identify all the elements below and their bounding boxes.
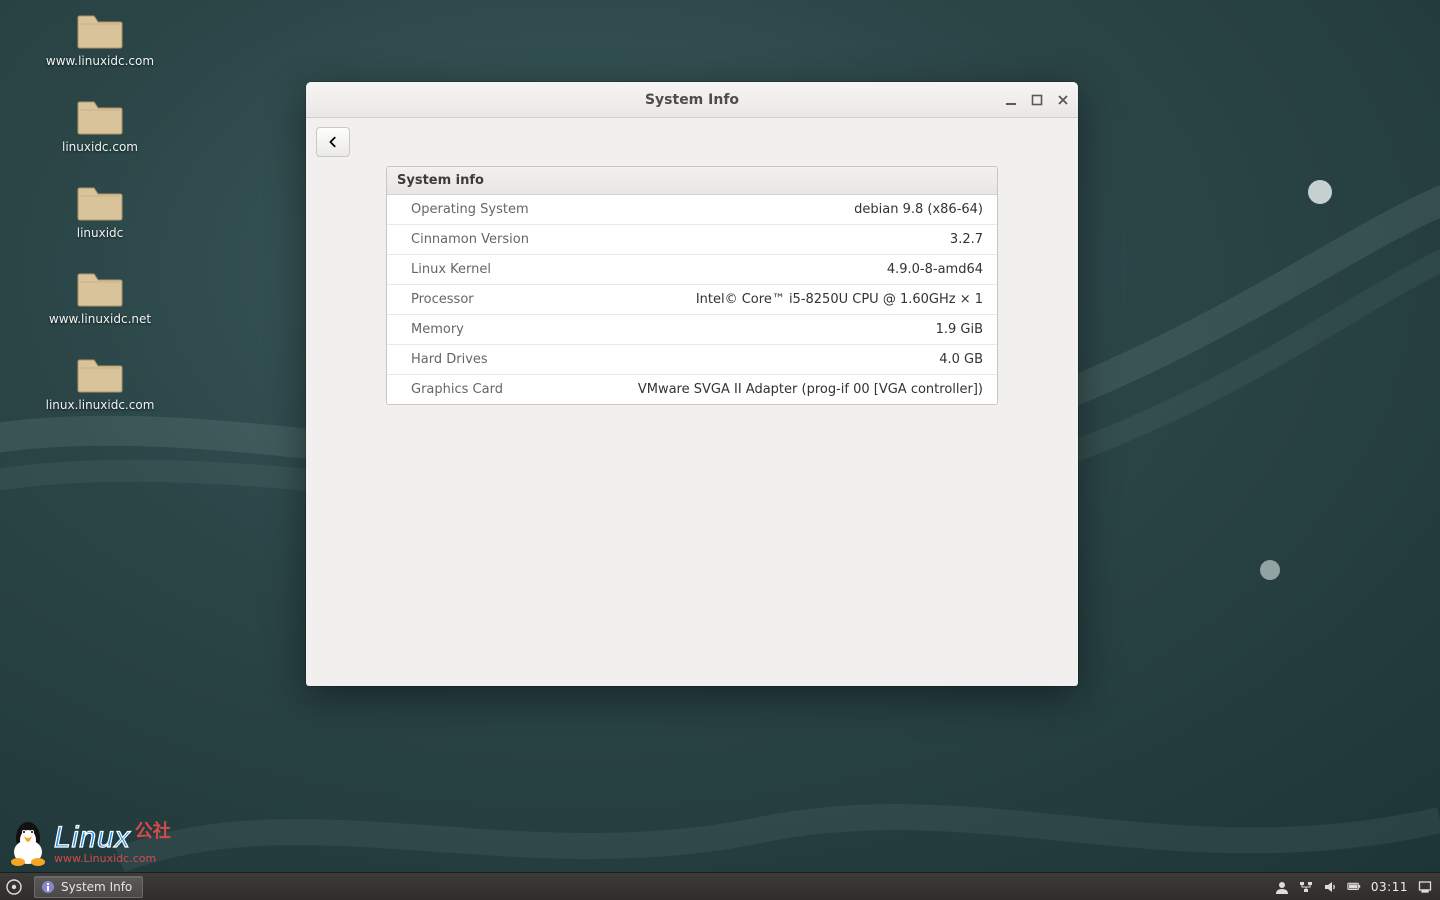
minimize-button[interactable] [1004, 93, 1018, 107]
desktop-folder-linuxidc-com[interactable]: linuxidc.com [40, 96, 160, 154]
row-value: 4.9.0-8-amd64 [887, 262, 983, 277]
close-button[interactable] [1056, 93, 1070, 107]
row-graphics: Graphics Card VMware SVGA II Adapter (pr… [387, 375, 997, 404]
desktop: www.linuxidc.com linuxidc.com linuxidc w… [0, 0, 1440, 900]
row-label: Linux Kernel [411, 262, 491, 277]
panel-header: System info [387, 167, 997, 195]
info-icon [41, 880, 55, 894]
back-button[interactable] [316, 127, 350, 157]
titlebar[interactable]: System Info [306, 82, 1078, 118]
row-label: Graphics Card [411, 382, 503, 397]
desktop-icon-label: linuxidc [77, 226, 124, 240]
network-icon[interactable] [1299, 880, 1313, 894]
row-value: debian 9.8 (x86-64) [854, 202, 983, 217]
row-label: Memory [411, 322, 464, 337]
cinnamon-menu-icon [6, 879, 22, 895]
row-os: Operating System debian 9.8 (x86-64) [387, 195, 997, 225]
tux-icon [8, 820, 48, 866]
desktop-folder-linuxidc-com-www[interactable]: www.linuxidc.com [40, 10, 160, 68]
row-label: Cinnamon Version [411, 232, 529, 247]
desktop-folder-linuxidc-net[interactable]: www.linuxidc.net [40, 268, 160, 326]
watermark-sub: www.Linuxidc.com [54, 853, 171, 864]
taskbar-app-system-info[interactable]: System Info [34, 876, 143, 898]
volume-icon[interactable] [1323, 880, 1337, 894]
row-cinnamon: Cinnamon Version 3.2.7 [387, 225, 997, 255]
row-label: Hard Drives [411, 352, 488, 367]
row-memory: Memory 1.9 GiB [387, 315, 997, 345]
desktop-icon-label: linux.linuxidc.com [46, 398, 155, 412]
row-kernel: Linux Kernel 4.9.0-8-amd64 [387, 255, 997, 285]
row-label: Operating System [411, 202, 529, 217]
desktop-folder-linuxidc[interactable]: linuxidc [40, 182, 160, 240]
row-value: 4.0 GB [939, 352, 983, 367]
taskbar: System Info 03:11 [0, 872, 1440, 900]
system-tray: 03:11 [1275, 880, 1440, 894]
watermark-logo: Linux 公社 www.Linuxidc.com [8, 820, 171, 866]
desktop-icon-label: linuxidc.com [62, 140, 138, 154]
watermark-cn: 公社 [135, 823, 171, 841]
row-value: VMware SVGA II Adapter (prog-if 00 [VGA … [638, 382, 983, 397]
desktop-icon-label: www.linuxidc.net [49, 312, 151, 326]
row-value: 1.9 GiB [936, 322, 983, 337]
row-drives: Hard Drives 4.0 GB [387, 345, 997, 375]
row-value: Intel© Core™ i5-8250U CPU @ 1.60GHz × 1 [696, 292, 983, 307]
battery-icon[interactable] [1347, 880, 1361, 894]
system-info-panel: System info Operating System debian 9.8 … [386, 166, 998, 405]
row-label: Processor [411, 292, 474, 307]
folder-icon [76, 354, 124, 394]
desktop-icon-label: www.linuxidc.com [46, 54, 154, 68]
folder-icon [76, 268, 124, 308]
folder-icon [76, 96, 124, 136]
taskbar-app-label: System Info [61, 880, 132, 894]
toolbar [306, 118, 1078, 166]
window-content: System info Operating System debian 9.8 … [306, 166, 1078, 686]
watermark-text: Linux [54, 823, 131, 853]
system-info-window: System Info System info [306, 82, 1078, 686]
row-value: 3.2.7 [950, 232, 983, 247]
show-desktop-icon[interactable] [1418, 880, 1432, 894]
menu-button[interactable] [0, 873, 28, 900]
window-controls [1004, 93, 1070, 107]
window-title: System Info [306, 92, 1078, 108]
user-icon[interactable] [1275, 880, 1289, 894]
folder-icon [76, 10, 124, 50]
desktop-icons: www.linuxidc.com linuxidc.com linuxidc w… [40, 10, 160, 412]
maximize-button[interactable] [1030, 93, 1044, 107]
clock[interactable]: 03:11 [1371, 880, 1408, 894]
desktop-folder-linux-linuxidc[interactable]: linux.linuxidc.com [40, 354, 160, 412]
row-processor: Processor Intel© Core™ i5-8250U CPU @ 1.… [387, 285, 997, 315]
folder-icon [76, 182, 124, 222]
